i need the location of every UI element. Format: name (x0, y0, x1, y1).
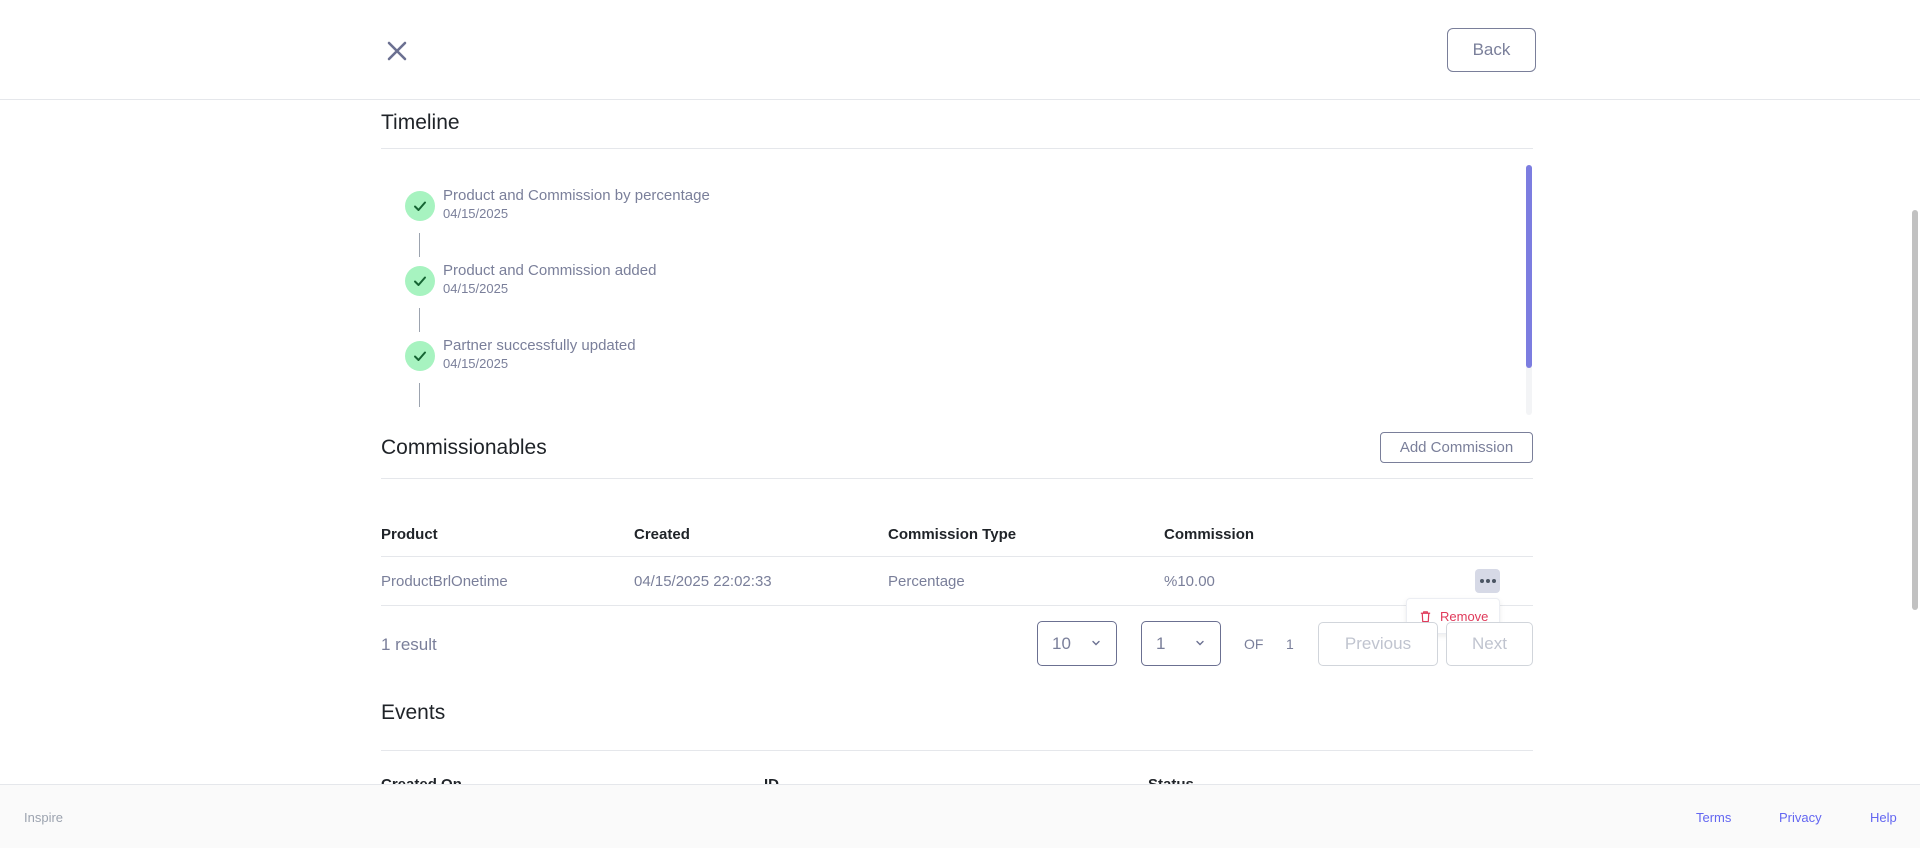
of-label: OF (1244, 636, 1264, 652)
column-header-commission: Commission (1164, 526, 1255, 543)
chevron-down-icon (1196, 640, 1204, 646)
timeline-connector (419, 383, 420, 407)
column-header-commission-type: Commission Type (888, 526, 1017, 543)
cell-created: 04/15/2025 22:02:33 (634, 573, 772, 590)
timeline-item-text: Partner successfully updated (443, 337, 636, 354)
footer-link-privacy[interactable]: Privacy (1779, 810, 1822, 825)
more-dot-icon (1485, 579, 1490, 583)
column-header-product: Product (381, 526, 438, 543)
timeline-item: Product and Commission added 04/15/2025 (405, 262, 1005, 306)
timeline-divider (381, 148, 1533, 149)
page-size-select[interactable]: 10 (1037, 621, 1117, 666)
timeline-list: Product and Commission by percentage 04/… (381, 165, 1533, 415)
timeline-scrollbar-thumb[interactable] (1526, 165, 1532, 368)
timeline-connector (419, 308, 420, 332)
more-dot-icon (1479, 579, 1484, 583)
page-select[interactable]: 1 (1141, 621, 1221, 666)
result-count: 1 result (381, 635, 437, 654)
close-icon[interactable] (381, 35, 413, 67)
cell-commission-type: Percentage (888, 573, 965, 590)
timeline-item-text: Product and Commission added (443, 262, 657, 279)
top-bar: Back (0, 0, 1920, 100)
table-row-divider (381, 605, 1533, 606)
add-commission-button[interactable]: Add Commission (1380, 432, 1533, 463)
trash-icon (1420, 610, 1431, 622)
check-icon (405, 266, 435, 296)
commissionables-divider (381, 478, 1533, 479)
previous-button[interactable]: Previous (1318, 622, 1438, 666)
footer-brand: Inspire (24, 810, 64, 825)
events-divider (381, 750, 1533, 751)
check-icon (405, 191, 435, 221)
timeline-title: Timeline (381, 111, 460, 134)
footer-link-terms[interactable]: Terms (1696, 810, 1731, 825)
column-header-created: Created (634, 526, 690, 543)
commissionables-title: Commissionables (381, 436, 547, 459)
timeline-connector (419, 233, 420, 257)
cell-product: ProductBrlOnetime (381, 573, 508, 590)
page-size-value: 10 (1052, 633, 1071, 653)
more-dot-icon (1491, 579, 1496, 583)
timeline-item: Product and Commission by percentage 04/… (405, 187, 1005, 231)
page-scrollbar-thumb[interactable] (1912, 210, 1918, 610)
footer-link-help[interactable]: Help (1870, 810, 1897, 825)
footer: Inspire Terms Privacy Help (0, 784, 1920, 848)
back-button[interactable]: Back (1447, 28, 1536, 72)
chevron-down-icon (1092, 640, 1100, 646)
timeline-item-date: 04/15/2025 (443, 206, 509, 221)
page-value: 1 (1156, 633, 1166, 653)
check-icon (405, 341, 435, 371)
timeline-item-text: Product and Commission by percentage (443, 187, 710, 204)
row-actions-button[interactable] (1475, 569, 1500, 593)
timeline-item-date: 04/15/2025 (443, 281, 509, 296)
timeline-item: Partner successfully updated 04/15/2025 (405, 337, 1005, 381)
next-button[interactable]: Next (1446, 622, 1533, 666)
total-pages: 1 (1286, 636, 1294, 652)
table-header-divider (381, 556, 1533, 557)
cell-commission: %10.00 (1164, 573, 1215, 590)
events-title: Events (381, 701, 446, 724)
timeline-item-date: 04/15/2025 (443, 356, 509, 371)
